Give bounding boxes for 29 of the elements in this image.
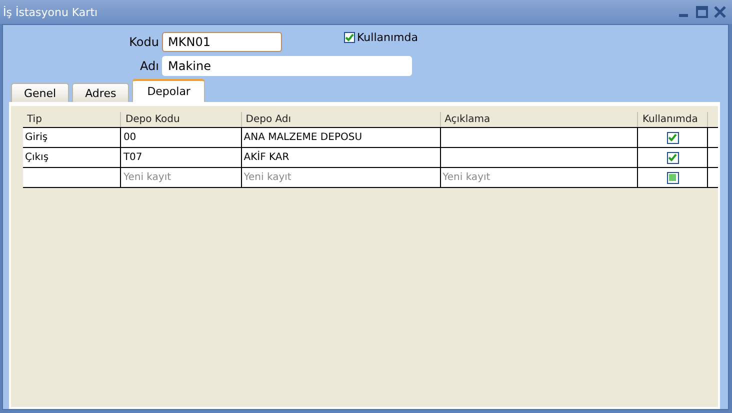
checkbox[interactable] [666,132,679,144]
table-cell: ANA MALZEME DEPOSU [240,128,440,147]
table-cell: Yeni kayıt [440,168,638,187]
window-title: İş İstasyonu Kartı [3,6,98,18]
in-use-label: Kullanımda [357,31,418,44]
table-cell: Çıkış [23,148,120,167]
tab[interactable]: Depolar [132,79,206,102]
table-cell: AKİF KAR [240,148,440,167]
column-header: Depo Kodu [120,112,241,127]
table-cell: Yeni kayıt [120,168,241,187]
name-input-field[interactable]: Makine [162,56,412,76]
table-cell: Yeni kayıt [240,168,440,187]
tab[interactable]: Genel [11,83,70,102]
table-cell: Giriş [23,128,120,147]
column-header: Kullanımda [637,112,708,127]
name-label: Adı [139,58,159,72]
column-header: Tip [26,113,43,127]
close-icon[interactable] [714,6,726,18]
code-label: Kodu [128,34,159,48]
tab[interactable]: Adres [72,83,130,102]
table-cell: T07 [120,148,241,167]
code-input-field[interactable]: MKN01 [162,32,282,52]
checkbox[interactable] [344,32,355,43]
table-cell: 00 [120,128,241,147]
checkbox[interactable] [666,172,679,184]
checkbox[interactable] [666,152,679,164]
column-header: Depo Adı [240,112,440,127]
column-header: Açıklama [440,112,638,127]
maximize-icon[interactable] [696,6,708,18]
